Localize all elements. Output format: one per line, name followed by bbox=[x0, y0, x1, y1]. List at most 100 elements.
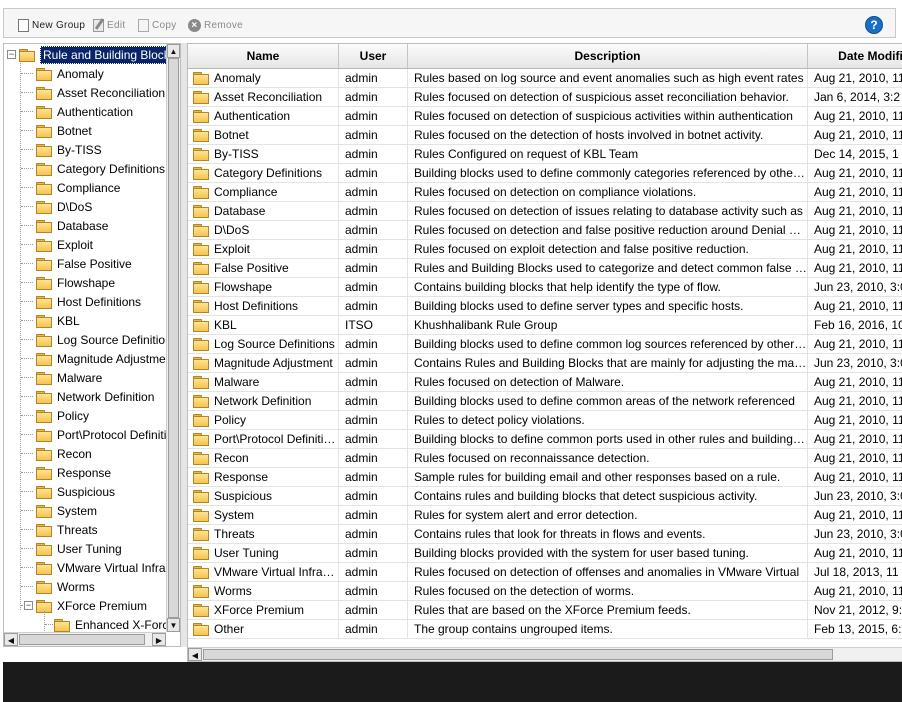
table-row[interactable]: VMware Virtual InfrastructureadminRules … bbox=[188, 563, 902, 582]
table-row[interactable]: Database admin Rules focused on detection … bbox=[188, 202, 902, 221]
tree-item[interactable]: Malware bbox=[36, 368, 102, 387]
group-name: KBL bbox=[214, 318, 237, 332]
table-row[interactable]: Anomaly admin Rules based on log source an… bbox=[188, 69, 902, 88]
table-row[interactable]: Exploit admin Rules focused on exploit det… bbox=[188, 240, 902, 259]
tree-item[interactable]: Worms bbox=[36, 577, 95, 596]
tree-vertical-scrollbar[interactable]: ▲ ▼ bbox=[166, 44, 180, 632]
tree-horizontal-scrollbar[interactable]: ◀ ▶ bbox=[4, 632, 166, 646]
column-header-user[interactable]: User bbox=[339, 44, 408, 68]
tree-item-label: XForce Premium bbox=[57, 598, 148, 613]
tree-item[interactable]: Network Definition bbox=[36, 387, 154, 406]
tree-item-label: Log Source Definitions bbox=[57, 332, 166, 347]
cell-user: admin bbox=[339, 335, 408, 353]
cell-name: XForce Premium bbox=[188, 601, 339, 619]
scroll-up-icon[interactable]: ▲ bbox=[167, 44, 180, 58]
table-row[interactable]: Magnitude Adjustment admin Contains Rules … bbox=[188, 354, 902, 373]
scroll-down-icon[interactable]: ▼ bbox=[167, 618, 180, 632]
tree-item[interactable]: KBL bbox=[36, 311, 80, 330]
table-row[interactable]: Response admin Sample rules for building e… bbox=[188, 468, 902, 487]
tree-child-item[interactable]: Enhanced X-Force bbox=[54, 615, 166, 632]
tree-item[interactable]: By-TISS bbox=[36, 140, 102, 159]
tree-item[interactable]: Flowshape bbox=[36, 273, 115, 292]
tree-item[interactable]: Exploit bbox=[36, 235, 93, 254]
folder-icon bbox=[36, 257, 52, 271]
column-header-name[interactable]: Name bbox=[188, 44, 339, 68]
table-row[interactable]: System admin Rules for system alert and er… bbox=[188, 506, 902, 525]
table-row[interactable]: Category Definitions admin Building blocks… bbox=[188, 164, 902, 183]
table-row[interactable]: Botnet admin Rules focused on the detectio… bbox=[188, 126, 902, 145]
group-name: Authentication bbox=[214, 109, 291, 123]
cell-description: Rules focused on exploit detection and f… bbox=[408, 240, 808, 258]
tree-item[interactable]: Threats bbox=[36, 520, 98, 539]
cell-description: Contains building blocks that help ident… bbox=[408, 278, 808, 296]
tree-scroll-thumb[interactable] bbox=[168, 58, 179, 618]
group-name: Host Definitions bbox=[214, 299, 299, 313]
tree-item[interactable]: False Positive bbox=[36, 254, 132, 273]
table-row[interactable]: Host Definitions admin Building blocks use… bbox=[188, 297, 902, 316]
table-row[interactable]: Worms admin Rules focused on the detection… bbox=[188, 582, 902, 601]
tree-item[interactable]: Magnitude Adjustment bbox=[36, 349, 166, 368]
table-row[interactable]: Port\Protocol Definitions admin Building b… bbox=[188, 430, 902, 449]
table-row[interactable]: Suspicious admin Contains rules and buildi… bbox=[188, 487, 902, 506]
tree-item[interactable]: System bbox=[36, 501, 97, 520]
tree-item[interactable]: Database bbox=[36, 216, 108, 235]
scroll-left-icon[interactable]: ◀ bbox=[188, 648, 202, 661]
tree-item[interactable]: Authentication bbox=[36, 102, 133, 121]
tree-item[interactable]: Log Source Definitions bbox=[36, 330, 166, 349]
table-row[interactable]: Asset Reconciliation admin Rules focused o… bbox=[188, 88, 902, 107]
table-row[interactable]: By-TISS admin Rules Configured on request … bbox=[188, 145, 902, 164]
table-row[interactable]: Log Source Definitions admin Building bloc… bbox=[188, 335, 902, 354]
scroll-right-icon[interactable]: ▶ bbox=[152, 633, 166, 646]
table-row[interactable]: Threats admin Contains rules that look for… bbox=[188, 525, 902, 544]
tree-connector-line bbox=[21, 453, 33, 454]
tree-item[interactable]: Host Definitions bbox=[36, 292, 141, 311]
column-header-date-modified[interactable]: Date Modified bbox=[808, 44, 902, 68]
table-row[interactable]: User Tuning admin Building blocks provided… bbox=[188, 544, 902, 563]
table-row[interactable]: KBL ITSO Khushhalibank Rule Group Feb 16, 2… bbox=[188, 316, 902, 335]
folder-icon bbox=[193, 471, 209, 484]
table-row[interactable]: Policy admin Rules to detect policy violat… bbox=[188, 411, 902, 430]
group-tree[interactable]: − Rule and Building Blocks Anomaly Asset Re… bbox=[3, 43, 181, 647]
tree-root-node[interactable]: Rule and Building Blocks bbox=[19, 45, 166, 64]
tree-item[interactable]: VMware Virtual Infrastructure bbox=[36, 558, 166, 577]
table-row[interactable]: False Positive admin Rules and Building Bl… bbox=[188, 259, 902, 278]
table-hscroll-thumb[interactable] bbox=[203, 649, 833, 660]
tree-item[interactable]: Port\Protocol Definitions bbox=[36, 425, 166, 444]
tree-item[interactable]: Recon bbox=[36, 444, 92, 463]
table-row[interactable]: Authentication admin Rules focused on dete… bbox=[188, 107, 902, 126]
tree-item[interactable]: Compliance bbox=[36, 178, 120, 197]
tree-item[interactable]: Category Definitions bbox=[36, 159, 165, 178]
table-row[interactable]: D\DoS admin Rules focused on detection and… bbox=[188, 221, 902, 240]
table-row[interactable]: Network Definition admin Building blocks u… bbox=[188, 392, 902, 411]
tree-connector-line bbox=[20, 59, 21, 610]
table-row[interactable]: Flowshape admin Contains building blocks t… bbox=[188, 278, 902, 297]
cell-date-modified: Jan 6, 2014, 3:2 bbox=[808, 88, 902, 106]
copy-button[interactable]: Copy bbox=[138, 17, 177, 33]
tree-item[interactable]: Suspicious bbox=[36, 482, 115, 501]
help-icon[interactable]: ? bbox=[865, 16, 883, 34]
table-row[interactable]: Recon admin Rules focused on reconnaissanc… bbox=[188, 449, 902, 468]
tree-item[interactable]: XForce Premium bbox=[36, 596, 147, 615]
table-horizontal-scrollbar[interactable]: ◀ bbox=[188, 647, 902, 661]
folder-icon bbox=[193, 110, 209, 123]
tree-item[interactable]: D\DoS bbox=[36, 197, 92, 216]
remove-button[interactable]: × Remove bbox=[188, 17, 243, 33]
tree-item[interactable]: User Tuning bbox=[36, 539, 122, 558]
scroll-left-icon[interactable]: ◀ bbox=[4, 633, 18, 646]
table-row[interactable]: Compliance admin Rules focused on detectio… bbox=[188, 183, 902, 202]
table-row[interactable]: Malware admin Rules focused on detection o… bbox=[188, 373, 902, 392]
table-row[interactable]: XForce Premium admin Rules that are based … bbox=[188, 601, 902, 620]
tree-item[interactable]: Asset Reconciliation bbox=[36, 83, 165, 102]
tree-item[interactable]: Response bbox=[36, 463, 111, 482]
tree-item[interactable]: Botnet bbox=[36, 121, 92, 140]
collapse-icon[interactable]: − bbox=[7, 50, 16, 59]
cell-name: Threats bbox=[188, 525, 339, 543]
collapse-icon[interactable]: − bbox=[24, 601, 33, 610]
tree-item[interactable]: Anomaly bbox=[36, 64, 104, 83]
table-row[interactable]: Other admin The group contains ungrouped i… bbox=[188, 620, 902, 639]
edit-button[interactable]: Edit bbox=[93, 17, 125, 33]
column-header-description[interactable]: Description bbox=[408, 44, 808, 68]
new-group-button[interactable]: New Group bbox=[18, 17, 85, 33]
tree-hscroll-thumb[interactable] bbox=[19, 634, 145, 645]
tree-item[interactable]: Policy bbox=[36, 406, 89, 425]
